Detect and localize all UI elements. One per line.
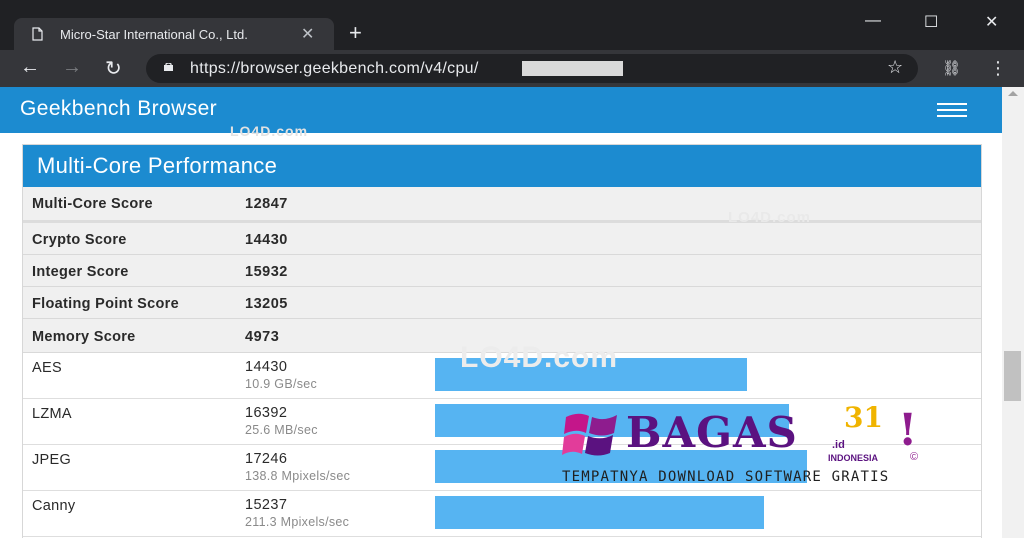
vertical-scrollbar[interactable] — [1002, 87, 1024, 538]
workload-score: 14430 — [245, 359, 288, 375]
panel-header: Multi-Core Performance — [23, 145, 981, 187]
forward-button[interactable]: → — [62, 56, 82, 79]
score-label: Crypto Score — [32, 232, 127, 248]
score-value: 4973 — [245, 329, 280, 345]
scrollbar-thumb[interactable] — [1004, 351, 1021, 401]
windows-flag-logo — [562, 413, 617, 456]
new-tab-button[interactable]: + — [349, 22, 362, 44]
browser-menu-icon[interactable]: ⋮ — [989, 58, 1007, 79]
workload-rate: 25.6 MB/sec — [245, 423, 318, 437]
bagas-copyright: © — [910, 451, 919, 463]
workload-name: AES — [32, 360, 62, 376]
bagas-exclamation: ! — [898, 405, 918, 456]
lo4d-watermark: LO4D.com — [460, 341, 619, 374]
address-bar[interactable]: https://browser.geekbench.com/v4/cpu/ ☆ — [146, 54, 918, 83]
workload-name: LZMA — [32, 406, 72, 422]
incognito-icon[interactable]: ⛓ — [942, 59, 961, 77]
tab-title: Micro-Star International Co., Ltd. — [60, 27, 248, 42]
workload-name: Canny — [32, 498, 76, 514]
browser-tab[interactable]: Micro-Star International Co., Ltd. ✕ — [14, 18, 334, 50]
panel-title: Multi-Core Performance — [37, 153, 278, 178]
workload-score: 15237 — [245, 497, 288, 513]
score-label: Integer Score — [32, 264, 129, 280]
lo4d-watermark: LO4D.com — [728, 209, 812, 226]
workload-rate: 211.3 Mpixels/sec — [245, 515, 350, 529]
reload-button[interactable]: ↻ — [105, 56, 122, 81]
tab-close-icon[interactable]: ✕ — [301, 24, 314, 44]
minimize-button[interactable]: — — [865, 12, 881, 30]
workload-row: Canny 15237 211.3 Mpixels/sec — [23, 491, 981, 537]
score-value: 15932 — [245, 264, 288, 280]
url-text[interactable]: https://browser.geekbench.com/v4/cpu/ — [190, 60, 479, 78]
site-header: Geekbench Browser — [0, 87, 1002, 133]
workload-name: JPEG — [32, 452, 72, 468]
site-title[interactable]: Geekbench Browser — [20, 97, 217, 121]
score-value: 13205 — [245, 296, 288, 312]
score-label: Memory Score — [32, 329, 136, 345]
bagas-country: INDONESIA — [828, 453, 879, 463]
back-button[interactable]: ← — [20, 56, 40, 79]
lock-icon — [164, 63, 173, 71]
scroll-up-arrow-icon[interactable] — [1008, 91, 1018, 96]
page-icon — [32, 27, 43, 41]
lo4d-watermark: LO4D.com — [230, 123, 309, 139]
workload-score-bar — [435, 496, 764, 529]
score-label: Multi-Core Score — [32, 196, 153, 212]
score-row: Crypto Score 14430 — [23, 223, 981, 255]
bagas-number: 31 — [844, 401, 883, 434]
workload-score: 16392 — [245, 405, 288, 421]
score-value: 14430 — [245, 232, 288, 248]
score-row: Multi-Core Score 12847 — [23, 187, 981, 223]
score-value: 12847 — [245, 196, 288, 212]
workload-rate: 138.8 Mpixels/sec — [245, 469, 351, 483]
bagas-tld: .id — [832, 439, 845, 451]
hamburger-menu-icon[interactable] — [937, 103, 967, 117]
score-label: Floating Point Score — [32, 296, 179, 312]
close-window-button[interactable]: ✕ — [985, 12, 998, 32]
redacted-url-segment — [522, 61, 623, 76]
bookmark-star-icon[interactable]: ☆ — [887, 57, 903, 78]
maximize-button[interactable]: ☐ — [924, 12, 938, 32]
bagas-tagline: TEMPATNYA DOWNLOAD SOFTWARE GRATIS — [562, 469, 890, 485]
browser-toolbar: ← → ↻ https://browser.geekbench.com/v4/c… — [0, 50, 1024, 87]
bagas31-watermark: BAGAS 31 .id ! INDONESIA © TEMPATNYA DOW… — [562, 401, 932, 495]
score-row: Floating Point Score 13205 — [23, 287, 981, 319]
workload-rate: 10.9 GB/sec — [245, 377, 318, 391]
bagas-wordmark: BAGAS — [626, 408, 798, 457]
workload-score: 17246 — [245, 451, 288, 467]
browser-title-bar: Micro-Star International Co., Ltd. ✕ + —… — [0, 0, 1024, 50]
score-row: Integer Score 15932 — [23, 255, 981, 287]
